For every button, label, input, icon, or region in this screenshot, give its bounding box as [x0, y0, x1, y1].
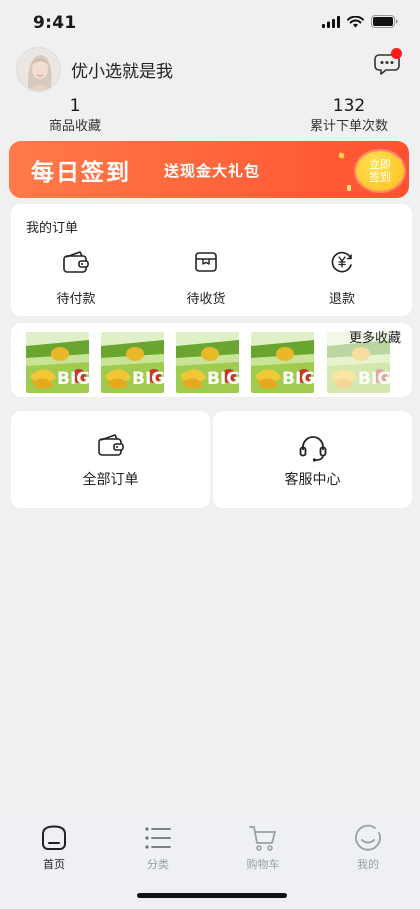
smiley-icon: [355, 824, 381, 851]
favorite-product-thumbnail[interactable]: BIG: [176, 332, 239, 393]
more-favorites-link[interactable]: 更多收藏: [349, 327, 401, 346]
username: 优小选就是我: [71, 62, 173, 82]
refund-yuan-icon: [331, 251, 352, 273]
orders-count-label: 累计下单次数: [309, 119, 388, 134]
svg-text:BIG: BIG: [57, 369, 89, 389]
customer-service-card[interactable]: 客服中心: [213, 411, 412, 508]
svg-text:BIG: BIG: [358, 369, 390, 389]
package-box-icon: [195, 252, 217, 272]
home-indicator: [137, 893, 287, 898]
status-bar: 9:41: [0, 0, 420, 46]
status-time: 9:41: [33, 13, 77, 33]
customer-service-label: 客服中心: [284, 472, 341, 488]
signin-title: 每日签到: [31, 160, 131, 186]
svg-text:BIG: BIG: [207, 369, 239, 389]
profile-header[interactable]: 优小选就是我: [16, 47, 173, 92]
favorite-product-thumbnail[interactable]: BIG: [251, 332, 314, 393]
my-orders-card: 我的订单 待付款 待收货 退款: [11, 204, 412, 316]
order-pending-payment-label: 待付款: [56, 292, 96, 307]
unread-dot: [391, 48, 402, 59]
tab-home[interactable]: 首页: [24, 821, 84, 872]
svg-text:BIG: BIG: [132, 369, 164, 389]
message-button[interactable]: [372, 48, 404, 76]
cart-icon: [249, 826, 276, 851]
favorites-strip: BIG BIG BIG BIG BIG 更多收藏: [11, 323, 412, 397]
tab-category-label: 分类: [147, 858, 169, 871]
signin-button-line2: 签到: [369, 171, 391, 184]
confetti-decoration: [347, 185, 351, 191]
headset-icon: [299, 436, 326, 462]
order-refund[interactable]: 退款: [302, 246, 382, 307]
order-pending-delivery[interactable]: 待收货: [166, 246, 246, 307]
signin-button[interactable]: 立即 签到: [356, 151, 404, 191]
favorite-product-thumbnail[interactable]: BIG: [26, 332, 89, 393]
tab-mine-label: 我的: [357, 858, 379, 871]
tab-cart[interactable]: 购物车: [233, 821, 293, 872]
orders-count: 132: [332, 96, 366, 116]
orders-stat[interactable]: 132 累计下单次数: [303, 96, 395, 136]
order-refund-label: 退款: [328, 292, 355, 307]
order-pending-payment[interactable]: 待付款: [36, 246, 116, 307]
all-orders-card[interactable]: 全部订单: [11, 411, 210, 508]
svg-text:BIG: BIG: [282, 369, 314, 389]
daily-signin-banner[interactable]: 每日签到 送现金大礼包 立即 签到: [9, 141, 409, 198]
favorite-product-thumbnail[interactable]: BIG: [101, 332, 164, 393]
home-icon: [42, 825, 66, 850]
tab-cart-label: 购物车: [246, 858, 280, 871]
tab-home-label: 首页: [43, 858, 65, 871]
signal-icon: [322, 15, 340, 28]
status-icons: [322, 15, 398, 28]
signin-subtitle: 送现金大礼包: [164, 162, 261, 180]
favorites-count: 1: [69, 96, 81, 116]
favorites-stat[interactable]: 1 商品收藏: [42, 96, 108, 136]
avatar[interactable]: [16, 47, 61, 92]
tab-mine[interactable]: 我的: [338, 821, 398, 872]
tab-category[interactable]: 分类: [128, 821, 188, 872]
stats-row: 1 商品收藏 132 累计下单次数: [0, 96, 420, 136]
order-pending-delivery-label: 待收货: [186, 292, 226, 307]
battery-icon: [371, 15, 398, 28]
confetti-decoration: [338, 152, 345, 159]
all-orders-label: 全部订单: [82, 472, 139, 488]
signin-button-line1: 立即: [369, 158, 391, 171]
wallet-icon: [63, 251, 89, 273]
wallet-icon: [97, 434, 124, 456]
list-icon: [145, 827, 171, 849]
my-orders-title: 我的订单: [26, 221, 79, 236]
wifi-icon: [347, 15, 364, 27]
favorites-label: 商品收藏: [48, 119, 101, 134]
